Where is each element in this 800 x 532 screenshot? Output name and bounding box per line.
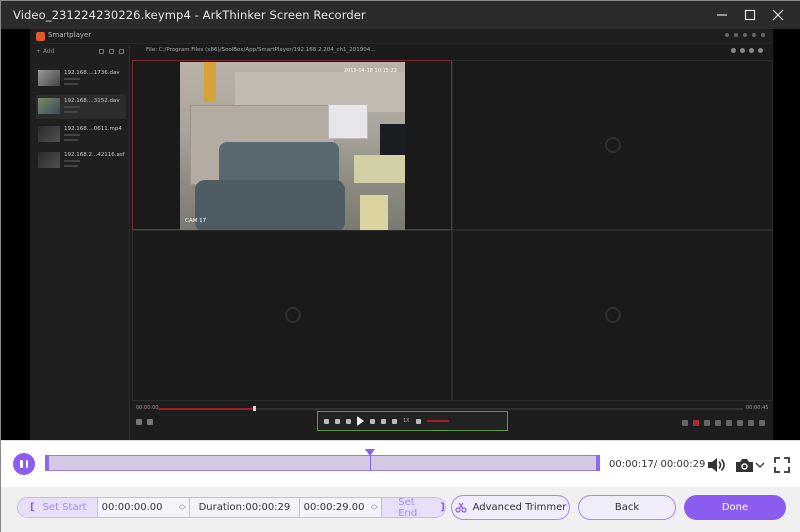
camera-cell-empty	[452, 230, 773, 401]
file-item: 192.168....0611.mp4	[36, 123, 126, 147]
file-name: 192.168....3152.dav	[64, 98, 120, 104]
empty-camera-icon	[605, 137, 621, 153]
advanced-trimmer-label: Advanced Trimmer	[472, 502, 567, 513]
wall-poster	[328, 104, 368, 139]
trim-start-handle[interactable]	[45, 455, 49, 471]
end-time-field[interactable]: 00:00:29.00 ︿ ﹀	[299, 498, 383, 517]
smartplayer-window-controls	[725, 33, 765, 37]
trim-field-group: [ Set Start 00:00:00.00 ︿ ﹀ Duration:00:0…	[17, 497, 446, 518]
file-item: 192.168.2...42116.asf	[36, 149, 126, 173]
duration-display: Duration:00:00:29	[190, 498, 300, 517]
file-item: 192.168....1736.dav	[36, 67, 126, 91]
file-item: 192.168....3152.dav	[36, 95, 126, 119]
end-time-stepper[interactable]: ︿ ﹀	[367, 500, 381, 515]
smartplayer-left-icons	[136, 419, 153, 425]
pause-icon	[20, 460, 23, 468]
left-bracket-icon: [	[30, 502, 35, 513]
done-label: Done	[721, 502, 749, 513]
close-icon	[772, 9, 784, 21]
smartplayer-end-time: 00:00:45	[746, 405, 769, 411]
right-bracket-icon: ]	[440, 502, 445, 513]
minimize-button[interactable]	[711, 5, 733, 25]
file-thumbnail	[38, 98, 60, 114]
set-end-button[interactable]: Set End ]	[382, 498, 445, 517]
volume-icon	[708, 458, 725, 472]
camera-feed: 2019-04-18 10:15:22 CAM 17	[180, 62, 405, 230]
advanced-trimmer-button[interactable]: Advanced Trimmer	[451, 495, 570, 520]
file-name: 192.168.2...42116.asf	[64, 152, 125, 158]
file-name: 192.168....0611.mp4	[64, 126, 122, 132]
trim-end-handle[interactable]	[596, 455, 600, 471]
smartplayer-add: + Add	[36, 48, 55, 55]
timeline-bar: 00:00:17/ 00:00:29	[1, 440, 800, 487]
smartplayer-file-list: + Add 192.168....1736.dav 192.168....315…	[30, 45, 130, 440]
play-icon	[357, 416, 364, 426]
maximize-button[interactable]	[739, 5, 761, 25]
start-time-stepper[interactable]: ︿ ﹀	[175, 500, 189, 515]
set-start-button[interactable]: [ Set Start	[18, 498, 98, 517]
camera-cell-active: 2019-04-18 10:15:22 CAM 17	[132, 60, 452, 230]
camera-cell-empty	[452, 60, 773, 230]
minimize-icon	[717, 14, 727, 16]
smartplayer-path-icons	[731, 48, 763, 53]
fullscreen-icon	[774, 457, 790, 473]
start-time-field[interactable]: 00:00:00.00 ︿ ﹀	[97, 498, 191, 517]
smartplayer-progress-knob	[253, 406, 256, 411]
smartplayer-volume-bar	[426, 420, 449, 422]
end-time-value[interactable]: 00:00:29.00	[304, 502, 368, 513]
title-bar: Video_231224230226.keymp4 - ArkThinker S…	[1, 1, 800, 29]
back-label: Back	[614, 502, 640, 513]
camera-timestamp: 2019-04-18 10:15:22	[343, 68, 397, 74]
smartplayer-controls: 00:00:00 00:00:45 1X	[132, 401, 773, 440]
volume-button[interactable]	[705, 456, 727, 474]
smartplayer-file-path: File: C:/Program Files (x86)/SoolBox/App…	[146, 47, 376, 53]
smartplayer-playback-controls: 1X	[317, 411, 508, 431]
file-thumbnail	[38, 152, 60, 168]
video-preview[interactable]: Smartplayer + Add 192.168....1736.dav 19…	[1, 29, 800, 440]
camera-grid: 2019-04-18 10:15:22 CAM 17	[132, 60, 773, 401]
back-button[interactable]: Back	[578, 495, 676, 520]
time-readout: 00:00:17/ 00:00:29	[609, 459, 706, 470]
screenshot-button[interactable]	[734, 456, 754, 474]
playhead[interactable]	[365, 449, 376, 471]
smartplayer-start-time: 00:00:00	[136, 405, 159, 411]
scissors-icon	[454, 502, 467, 513]
screenshot-options-dropdown[interactable]	[754, 458, 766, 472]
file-name: 192.168....1736.dav	[64, 70, 120, 76]
set-end-label: Set End	[398, 497, 418, 518]
trim-track[interactable]	[45, 449, 600, 471]
chevron-down-icon	[755, 462, 765, 468]
empty-camera-icon	[605, 307, 621, 323]
done-button[interactable]: Done	[684, 495, 786, 520]
camera-icon	[735, 458, 753, 472]
trim-controls: [ Set Start 00:00:00.00 ︿ ﹀ Duration:00:0…	[1, 487, 800, 532]
chevron-down-icon[interactable]: ﹀	[371, 507, 378, 515]
smartplayer-speed: 1X	[403, 418, 410, 424]
start-time-value[interactable]: 00:00:00.00	[102, 502, 176, 513]
smartplayer-logo-icon	[36, 32, 45, 41]
empty-camera-icon	[285, 307, 301, 323]
smartplayer-layout-icons	[682, 420, 765, 426]
smartplayer-side-icons	[99, 49, 124, 54]
maximize-icon	[744, 9, 756, 21]
camera-label: CAM 17	[185, 218, 207, 224]
window-title: Video_231224230226.keymp4 - ArkThinker S…	[13, 8, 366, 22]
smartplayer-name: Smartplayer	[48, 31, 92, 39]
smartplayer-titlebar: Smartplayer	[30, 29, 773, 44]
camera-cell-empty	[132, 230, 452, 401]
smartplayer-progress-fill	[158, 408, 254, 410]
close-button[interactable]	[767, 5, 789, 25]
file-thumbnail	[38, 70, 60, 86]
file-thumbnail	[38, 126, 60, 142]
fullscreen-button[interactable]	[773, 456, 791, 474]
pause-button[interactable]	[13, 453, 35, 475]
recorded-smartplayer-frame: Smartplayer + Add 192.168....1736.dav 19…	[30, 29, 773, 440]
chevron-down-icon[interactable]: ﹀	[179, 507, 186, 515]
duration-label: Duration:00:00:29	[198, 502, 291, 513]
recorder-window: Video_231224230226.keymp4 - ArkThinker S…	[0, 0, 800, 532]
set-start-label: Set Start	[42, 502, 87, 513]
